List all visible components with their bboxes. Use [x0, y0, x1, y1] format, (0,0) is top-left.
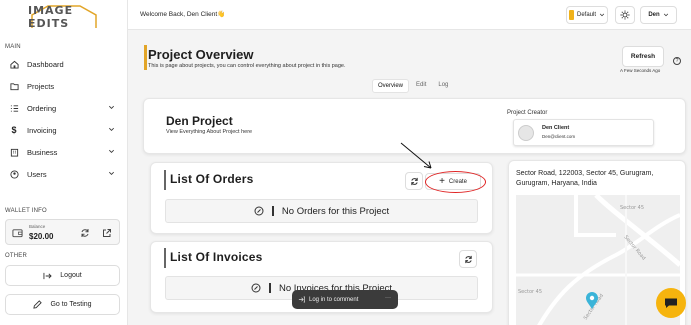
theme-toggle-button[interactable]: [615, 6, 635, 24]
list-icon: [5, 104, 23, 113]
tab-log[interactable]: Log: [433, 79, 453, 93]
map-label: Sector 45: [620, 205, 644, 211]
sidebar-item-label: Ordering: [27, 103, 57, 113]
tab-overview[interactable]: Overview: [372, 79, 410, 93]
invoices-title: List Of Invoices: [170, 250, 263, 264]
refresh-icon: [410, 177, 418, 185]
refresh-invoices-button[interactable]: [459, 250, 477, 268]
sidebar: IMAGE EDITS MAIN Dashboard Projects Orde…: [0, 0, 128, 325]
welcome-text: Welcome Back, Den Client👋: [140, 11, 226, 18]
chevron-down-icon: [599, 13, 605, 17]
sidebar-item-label: Users: [27, 169, 47, 179]
orders-empty-state: No Orders for this Project: [165, 199, 478, 223]
empty-circle-icon: [254, 206, 264, 216]
balance-label: Balance: [29, 224, 46, 229]
avatar: [518, 125, 534, 141]
building-icon: [5, 148, 23, 157]
logout-button[interactable]: Logout: [5, 265, 120, 286]
project-creator-card[interactable]: Den Client Den@client.com: [513, 119, 654, 146]
theme-swatch: [568, 10, 574, 20]
sidebar-item-business[interactable]: Business: [5, 143, 123, 161]
logout-icon: [43, 272, 52, 279]
page-title: Project Overview: [148, 47, 254, 62]
flask-icon: [33, 300, 43, 309]
users-icon: [5, 169, 23, 179]
project-name: Den Project: [166, 114, 233, 128]
section-label-other: OTHER: [5, 253, 27, 259]
refresh-icon[interactable]: [80, 228, 90, 238]
empty-circle-icon: [251, 283, 261, 293]
folder-icon: [5, 82, 23, 91]
map-label: Sector 45: [518, 289, 542, 295]
chevron-down-icon: [109, 149, 114, 153]
more-options-icon[interactable]: ···: [385, 295, 391, 301]
chevron-down-icon: [109, 105, 114, 109]
main-content: Project Overview This is page about proj…: [128, 30, 691, 325]
sidebar-item-dashboard[interactable]: Dashboard: [5, 55, 123, 73]
balance-value: $20.00: [29, 232, 54, 241]
section-label-main: MAIN: [5, 44, 21, 50]
title-accent-bar: [144, 45, 147, 70]
dollar-icon: $: [11, 125, 17, 135]
chevron-down-icon: [109, 171, 114, 175]
sun-icon: [620, 10, 630, 20]
sidebar-item-ordering[interactable]: Ordering: [5, 99, 123, 117]
project-subtitle: View Everything About Project here: [166, 129, 253, 135]
divider: [269, 283, 271, 293]
annotation-arrow-icon: [400, 142, 432, 169]
sidebar-item-label: Invoicing: [27, 125, 57, 135]
logo[interactable]: IMAGE EDITS: [28, 4, 100, 30]
sidebar-item-label: Projects: [27, 81, 55, 91]
comment-toast[interactable]: Log in to comment ···: [292, 290, 398, 309]
invoices-title-bar: [164, 248, 166, 268]
last-refreshed-text: A Few Seconds Ago: [620, 68, 661, 73]
project-creator-label: Project Creator: [507, 110, 548, 116]
creator-email: Den@client.com: [542, 134, 576, 139]
help-icon[interactable]: ?: [673, 57, 681, 65]
chevron-down-icon: [663, 13, 668, 17]
section-label-wallet: WALLET INFO: [5, 208, 47, 214]
wallet-card: Balance $20.00: [5, 219, 120, 245]
external-link-icon[interactable]: [102, 228, 112, 238]
page-subtitle: This is page about projects, you can con…: [148, 63, 346, 69]
refresh-orders-button[interactable]: [405, 172, 423, 190]
sidebar-item-projects[interactable]: Projects: [5, 77, 123, 95]
tab-bar: Overview Edit Log: [372, 79, 453, 93]
orders-title: List Of Orders: [170, 172, 254, 186]
highlight-ellipse: [425, 171, 486, 193]
top-bar: Welcome Back, Den Client👋 Default Den: [128, 0, 691, 30]
sidebar-item-invoicing[interactable]: $ Invoicing: [5, 121, 123, 139]
orders-title-bar: [164, 170, 166, 190]
chevron-down-icon: [109, 127, 114, 131]
address-text: Sector Road, 122003, Sector 45, Gurugram…: [516, 170, 654, 187]
theme-select[interactable]: Default: [566, 6, 608, 24]
user-menu[interactable]: Den: [640, 6, 677, 24]
sidebar-item-label: Dashboard: [27, 59, 64, 69]
map-pin-icon[interactable]: [585, 292, 599, 310]
sidebar-item-label: Business: [27, 147, 58, 157]
wallet-icon: [12, 229, 23, 238]
login-icon: [298, 296, 305, 303]
creator-name: Den Client: [542, 125, 570, 131]
tab-edit[interactable]: Edit: [411, 79, 431, 93]
home-icon: [5, 60, 23, 69]
go-to-testing-button[interactable]: Go to Testing: [5, 294, 120, 315]
divider: [271, 206, 274, 216]
refresh-button[interactable]: Refresh: [622, 46, 664, 67]
chat-button[interactable]: [656, 288, 686, 318]
chat-icon: [665, 298, 677, 308]
refresh-icon: [464, 255, 472, 263]
sidebar-item-users[interactable]: Users: [5, 165, 123, 183]
